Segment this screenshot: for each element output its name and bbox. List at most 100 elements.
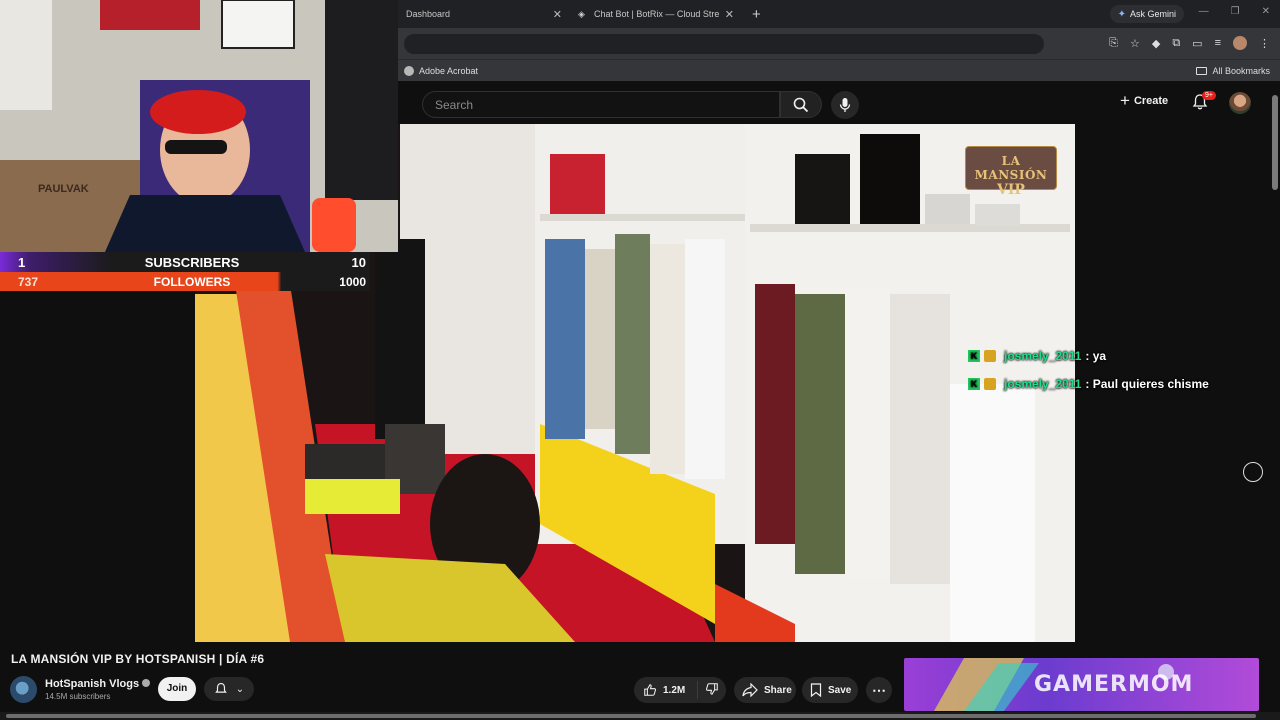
- save-label: Save: [828, 684, 852, 696]
- share-label: Share: [764, 684, 792, 696]
- plus-icon: +: [1120, 91, 1130, 110]
- minimize-icon[interactable]: —: [1199, 6, 1209, 17]
- voice-search-button[interactable]: [831, 91, 859, 119]
- chat-message: K josmely_2011 : Paul quieres chisme: [968, 370, 1209, 398]
- profile-avatar[interactable]: [1233, 36, 1247, 50]
- extensions-icon[interactable]: ⧉: [1172, 37, 1180, 50]
- chat-text: : ya: [1085, 349, 1107, 363]
- toolbar-icons: ⎘ ☆ ◆ ⧉ ▭ ≡ ⋮: [1109, 36, 1270, 50]
- create-label: Create: [1133, 95, 1169, 107]
- ask-gemini-label: Ask Gemini: [1129, 9, 1176, 19]
- chat-text-body: Paul quieres chisme: [1092, 377, 1209, 391]
- search-icon: [793, 97, 809, 112]
- subscription-notification-button[interactable]: ⌄: [204, 677, 254, 701]
- video-title: LA MANSIÓN VIP BY HOTSPANISH | DÍA #6: [11, 652, 265, 666]
- followers-current: 737: [18, 274, 39, 289]
- bookmark-label: Adobe Acrobat: [419, 65, 479, 76]
- join-button[interactable]: Join: [158, 677, 196, 701]
- dislike-button[interactable]: [698, 682, 719, 699]
- account-avatar[interactable]: [1229, 92, 1251, 114]
- logo-line-1: LA MANSIÓN: [974, 154, 1048, 182]
- acrobat-icon: [404, 65, 414, 76]
- search-button[interactable]: [780, 91, 822, 118]
- webcam-overlay: PAULVAK: [0, 0, 398, 252]
- kick-badge-icon: K: [968, 378, 980, 390]
- bookmark-icon: [810, 683, 822, 697]
- close-icon[interactable]: ✕: [725, 8, 734, 21]
- channel-name-text: HotSpanish Vlogs: [45, 678, 140, 690]
- screen: Dashboard ✕ ◈ Chat Bot | BotRix — Cloud …: [0, 0, 1280, 720]
- bookmark-star-icon[interactable]: ☆: [1130, 37, 1140, 50]
- banner-text: GAMERMOM: [1034, 672, 1194, 697]
- chat-overlay: K josmely_2011 : ya K josmely_2011 : Pau…: [968, 342, 1209, 398]
- tab-dashboard[interactable]: Dashboard ✕: [398, 0, 570, 28]
- like-count: 1.2M: [663, 684, 686, 696]
- install-icon[interactable]: ⎘: [1109, 37, 1118, 50]
- bookmark-adobe-acrobat[interactable]: Adobe Acrobat: [404, 65, 479, 76]
- youtube-header: Search + Create 9+: [398, 82, 1280, 124]
- target-icon[interactable]: [1243, 462, 1263, 482]
- logo-line-2: VIP: [997, 182, 1025, 198]
- media-icon[interactable]: ≡: [1215, 37, 1221, 49]
- menu-icon[interactable]: ⋮: [1259, 37, 1270, 50]
- close-window-icon[interactable]: ✕: [1262, 6, 1270, 17]
- moderator-badge-icon: [984, 378, 996, 390]
- followers-goal: 1000: [339, 274, 366, 289]
- save-button[interactable]: Save: [802, 677, 858, 703]
- tab-title: Chat Bot | BotRix — Cloud Stre: [594, 9, 719, 19]
- subscribers-goal-bar: 1 SUBSCRIBERS 10: [0, 252, 370, 272]
- extension-diamond-icon[interactable]: ◆: [1152, 37, 1160, 50]
- moderator-badge-icon: [984, 350, 996, 362]
- followers-goal-bar: 737 FOLLOWERS 1000: [0, 272, 370, 291]
- webcam-image: PAULVAK: [0, 0, 398, 252]
- like-dislike-group: 1.2M: [634, 677, 726, 703]
- kick-badge-icon: K: [968, 350, 980, 362]
- bell-icon: [214, 682, 227, 693]
- chevron-down-icon: ⌄: [235, 683, 245, 695]
- thumbs-down-icon: [705, 682, 718, 695]
- new-tab-button[interactable]: +: [742, 6, 771, 23]
- all-bookmarks-label: All Bookmarks: [1212, 65, 1270, 76]
- restore-icon[interactable]: ❐: [1231, 6, 1240, 17]
- botrix-icon: ◈: [578, 9, 585, 19]
- more-actions-button[interactable]: ⋯: [866, 677, 892, 703]
- browser-tab-bar: Dashboard ✕ ◈ Chat Bot | BotRix — Cloud …: [398, 0, 1280, 28]
- chat-message: K josmely_2011 : ya: [968, 342, 1209, 370]
- ask-gemini-button[interactable]: ✦ Ask Gemini: [1109, 5, 1184, 23]
- subscribers-label: SUBSCRIBERS: [144, 254, 240, 270]
- channel-name[interactable]: HotSpanish Vlogs: [45, 678, 151, 690]
- share-button[interactable]: Share: [734, 677, 796, 703]
- chat-username: josmely_2011: [1004, 377, 1082, 391]
- tab-title: Dashboard: [406, 9, 451, 19]
- share-icon: [742, 683, 758, 697]
- vertical-scrollbar[interactable]: [1272, 95, 1278, 190]
- bookmarks-bar: Adobe Acrobat All Bookmarks: [398, 59, 1280, 81]
- create-button[interactable]: + Create: [1120, 91, 1169, 110]
- like-button[interactable]: 1.2M: [634, 681, 698, 699]
- all-bookmarks[interactable]: All Bookmarks: [1196, 66, 1270, 76]
- cast-icon[interactable]: ▭: [1192, 37, 1202, 50]
- horizontal-scrollbar[interactable]: [0, 712, 1280, 720]
- thumbs-up-icon: [644, 684, 657, 696]
- search-input[interactable]: Search: [422, 91, 780, 118]
- channel-avatar[interactable]: [10, 676, 37, 703]
- paulvak-sign: PAULVAK: [38, 183, 89, 195]
- close-icon[interactable]: ✕: [553, 8, 562, 21]
- subscriber-count: 14.5M subscribers: [45, 692, 111, 701]
- chat-text: : Paul quieres chisme: [1085, 377, 1209, 391]
- notification-count-badge: 9+: [1202, 91, 1216, 100]
- omnibox[interactable]: [404, 33, 1044, 54]
- la-mansion-vip-logo: LA MANSIÓN VIP: [965, 146, 1057, 198]
- gamermom-banner: GAMERMOM: [904, 658, 1259, 711]
- followers-label: FOLLOWERS: [153, 274, 231, 289]
- chat-text-body: ya: [1092, 349, 1107, 363]
- folder-icon: [1196, 66, 1208, 75]
- scrollbar-thumb[interactable]: [6, 714, 1256, 718]
- gemini-icon: ✦: [1117, 8, 1126, 20]
- chat-username: josmely_2011: [1004, 349, 1082, 363]
- address-bar: ⎘ ☆ ◆ ⧉ ▭ ≡ ⋮: [398, 28, 1280, 59]
- window-controls: — ❐ ✕: [1199, 6, 1270, 17]
- subscribers-current: 1: [18, 254, 26, 270]
- verified-check-icon: [142, 679, 151, 687]
- tab-botrix[interactable]: ◈ Chat Bot | BotRix — Cloud Stre ✕: [570, 0, 742, 28]
